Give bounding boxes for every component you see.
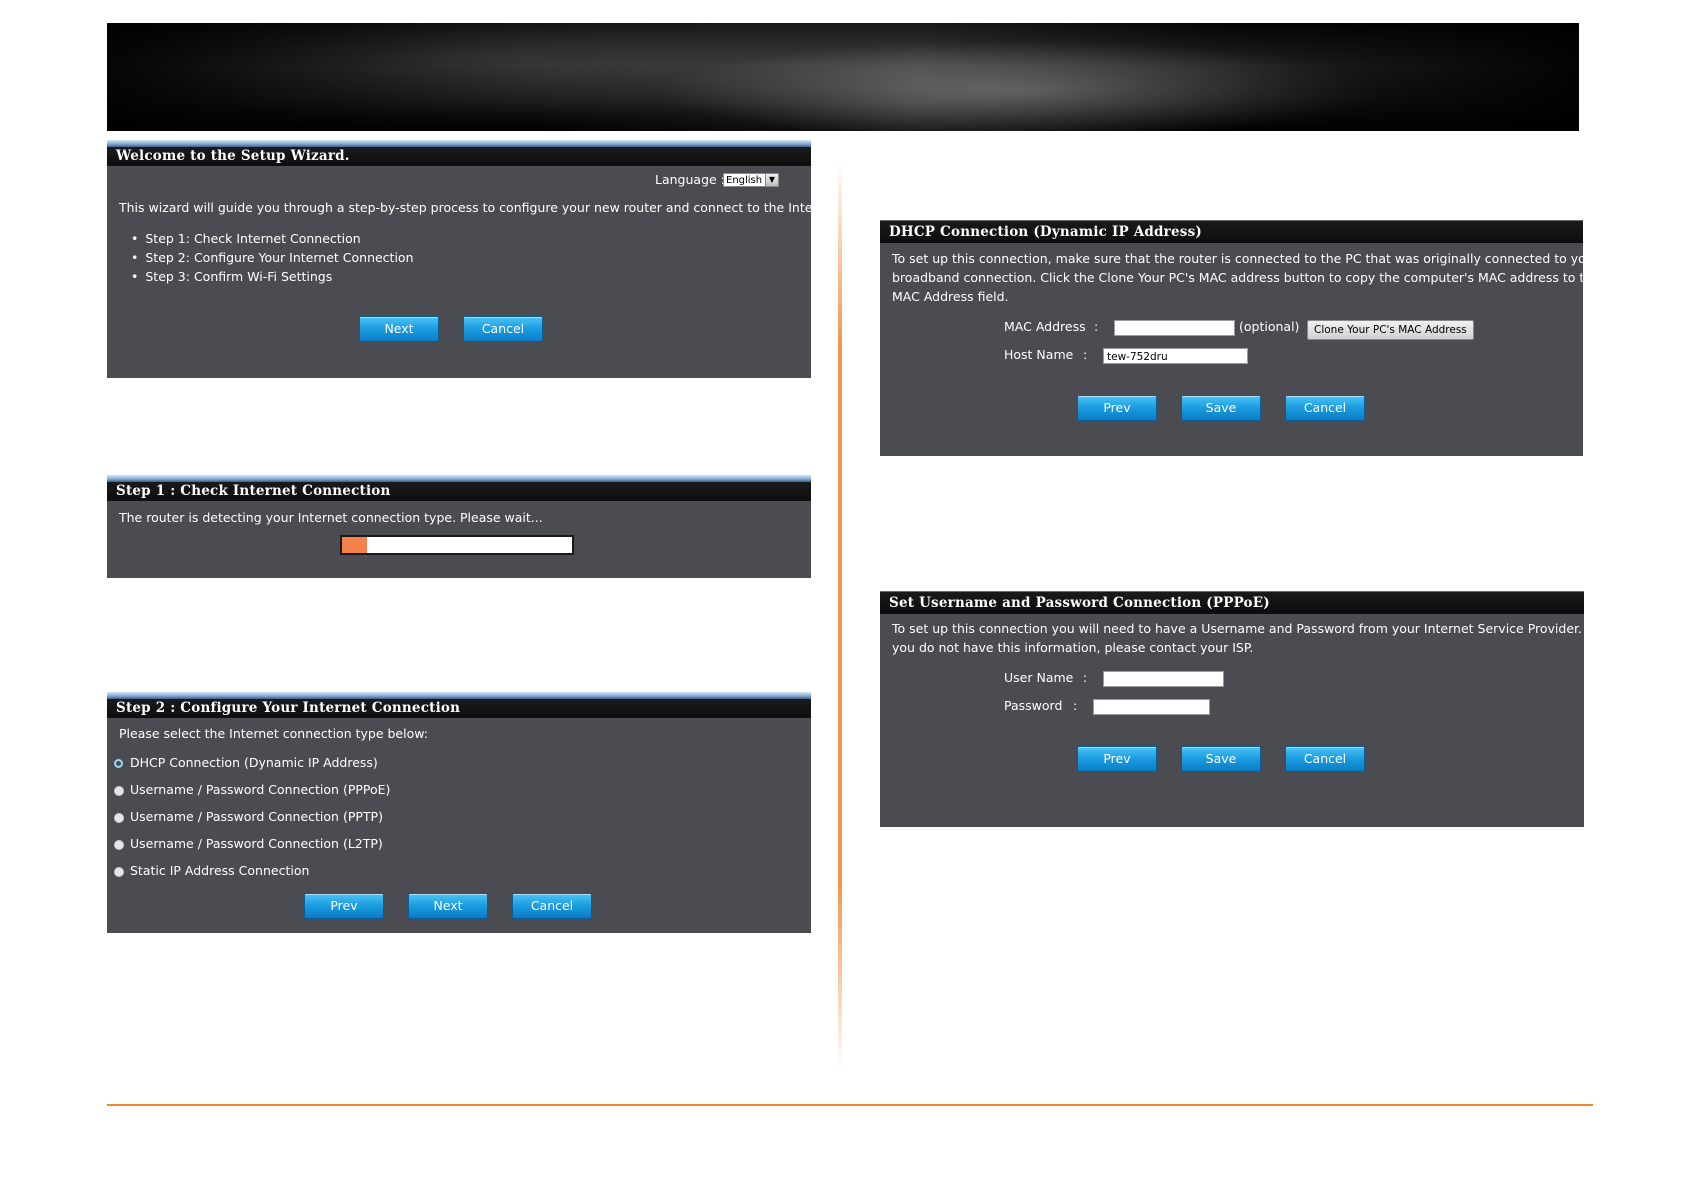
dhcp-description-line: broadband connection. Click the Clone Yo… [892,270,1600,285]
panel-top-strip [107,692,811,699]
next-button[interactable]: Next [408,893,488,919]
panel-title: Step 2 : Configure Your Internet Connect… [107,699,811,718]
panel-top-strip [107,140,811,147]
user-colon: : [1083,670,1088,685]
wizard-step-item: Step 2: Configure Your Internet Connecti… [131,250,413,265]
mac-address-input[interactable] [1114,320,1235,336]
check-connection-panel: Step 1 : Check Internet Connection The r… [107,475,811,578]
option-label[interactable]: DHCP Connection (Dynamic IP Address) [130,755,378,770]
host-colon: : [1083,347,1088,362]
language-label: Language : [655,172,725,187]
host-name-label: Host Name [1004,347,1074,362]
option-label[interactable]: Username / Password Connection (L2TP) [130,836,383,851]
mac-address-label: MAC Address [1004,319,1086,334]
header-banner [107,23,1579,131]
option-label[interactable]: Static IP Address Connection [130,863,309,878]
save-button[interactable]: Save [1181,746,1261,772]
prev-button[interactable]: Prev [304,893,384,919]
cancel-button[interactable]: Cancel [463,316,543,342]
pppoe-description-line: To set up this connection you will need … [892,621,1595,636]
dhcp-description-line: MAC Address field. [892,289,1009,304]
pppoe-description-line: you do not have this information, please… [892,640,1254,655]
radio-pppoe[interactable] [114,786,124,796]
password-label: Password [1004,698,1063,713]
radio-l2tp[interactable] [114,840,124,850]
radio-pptp[interactable] [114,813,124,823]
progress-fill [342,537,368,553]
option-label[interactable]: Username / Password Connection (PPPoE) [130,782,390,797]
radio-static-ip[interactable] [114,867,124,877]
password-input[interactable] [1093,699,1210,715]
wizard-step-item: Step 3: Confirm Wi-Fi Settings [131,269,332,284]
radio-dhcp[interactable] [114,759,123,768]
save-button[interactable]: Save [1181,395,1261,421]
host-name-input[interactable]: tew-752dru [1103,348,1248,364]
clone-mac-button[interactable]: Clone Your PC's MAC Address [1307,320,1474,340]
panel-title: Welcome to the Setup Wizard. [107,147,811,166]
pppoe-connection-panel: Set Username and Password Connection (PP… [880,591,1594,827]
cancel-button[interactable]: Cancel [512,893,592,919]
user-name-label: User Name [1004,670,1074,685]
chevron-down-icon[interactable]: ▼ [765,174,778,186]
cancel-button[interactable]: Cancel [1285,395,1365,421]
setup-wizard-panel: Welcome to the Setup Wizard. Language : … [107,140,842,378]
configure-connection-panel: Step 2 : Configure Your Internet Connect… [107,692,811,933]
mac-colon: : [1094,319,1099,334]
progress-bar [340,535,574,555]
connection-type-prompt: Please select the Internet connection ty… [119,726,428,741]
footer-rule [107,1104,1593,1106]
user-name-input[interactable] [1103,671,1224,687]
prev-button[interactable]: Prev [1077,746,1157,772]
panel-title: DHCP Connection (Dynamic IP Address) [880,220,1583,243]
next-button[interactable]: Next [359,316,439,342]
wizard-step-item: Step 1: Check Internet Connection [131,231,360,246]
wizard-intro: This wizard will guide you through a ste… [119,200,842,215]
detecting-message: The router is detecting your Internet co… [119,510,543,525]
option-label[interactable]: Username / Password Connection (PPTP) [130,809,383,824]
dhcp-description-line: To set up this connection, make sure tha… [892,251,1599,266]
password-colon: : [1073,698,1078,713]
language-select-value: English [726,175,763,186]
prev-button[interactable]: Prev [1077,395,1157,421]
language-select[interactable]: English ▼ [723,173,779,187]
dhcp-connection-panel: DHCP Connection (Dynamic IP Address) To … [880,220,1600,456]
panel-title: Set Username and Password Connection (PP… [880,591,1584,614]
optional-hint: (optional) [1239,319,1300,334]
panel-top-strip [107,475,811,482]
column-divider [838,160,842,1070]
cancel-button[interactable]: Cancel [1285,746,1365,772]
panel-title: Step 1 : Check Internet Connection [107,482,811,501]
